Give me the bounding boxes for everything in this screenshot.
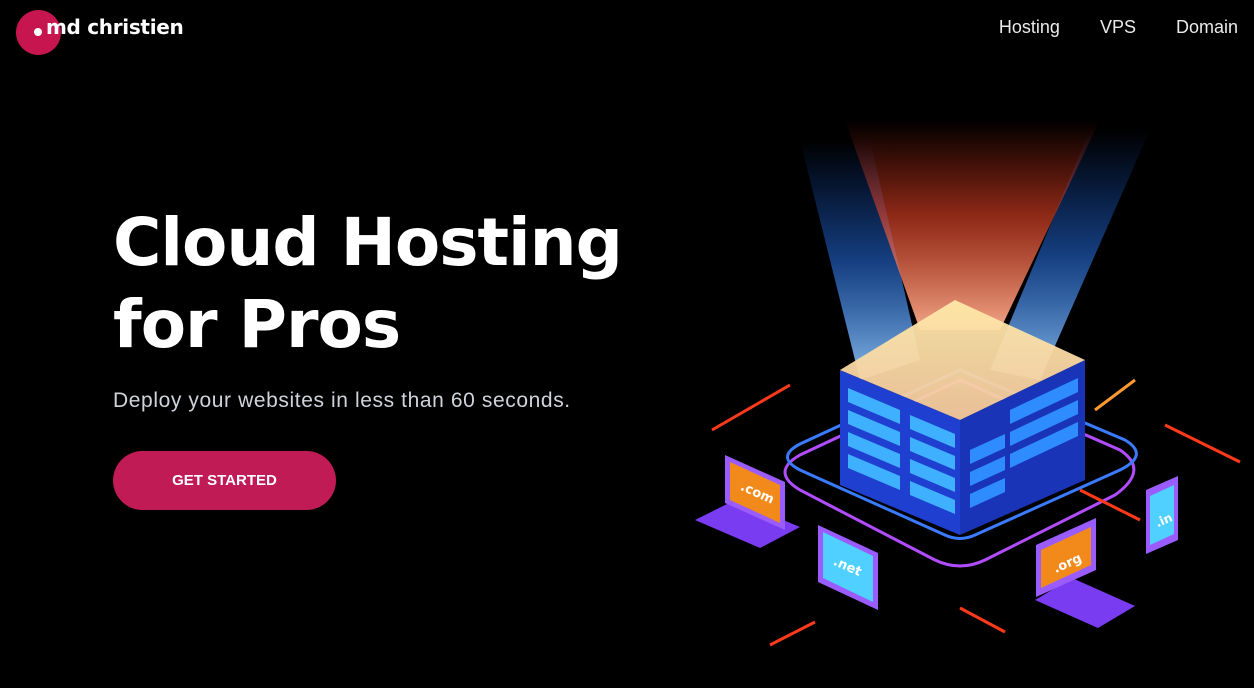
neon-streak [1164,423,1241,464]
tablet-net-device: .net [818,525,878,610]
neon-streak [769,620,816,647]
main-nav: Hosting VPS Domain [999,17,1238,38]
cloud-server-illustration: .com .net .org .in [680,90,1254,688]
neon-streak [1094,378,1136,412]
laptop-org-device: .org [1035,518,1135,628]
hero-title-line-2: for Pros [113,286,401,363]
get-started-button[interactable]: GET STARTED [113,451,336,510]
nav-domain-link[interactable]: Domain [1176,17,1238,38]
hero-title-line-1: Cloud Hosting [113,204,623,281]
neon-streak [959,606,1006,634]
phone-in-device: .in [1146,476,1178,554]
logo-dot-icon [34,28,42,36]
neon-streak [711,383,791,432]
neon-streak [1079,488,1141,522]
nav-hosting-link[interactable]: Hosting [999,17,1060,38]
nav-vps-link[interactable]: VPS [1100,17,1136,38]
hero-title: Cloud Hosting for Pros [113,202,623,366]
hero-subtitle: Deploy your websites in less than 60 sec… [113,389,571,412]
brand-name: md christien [46,15,184,39]
